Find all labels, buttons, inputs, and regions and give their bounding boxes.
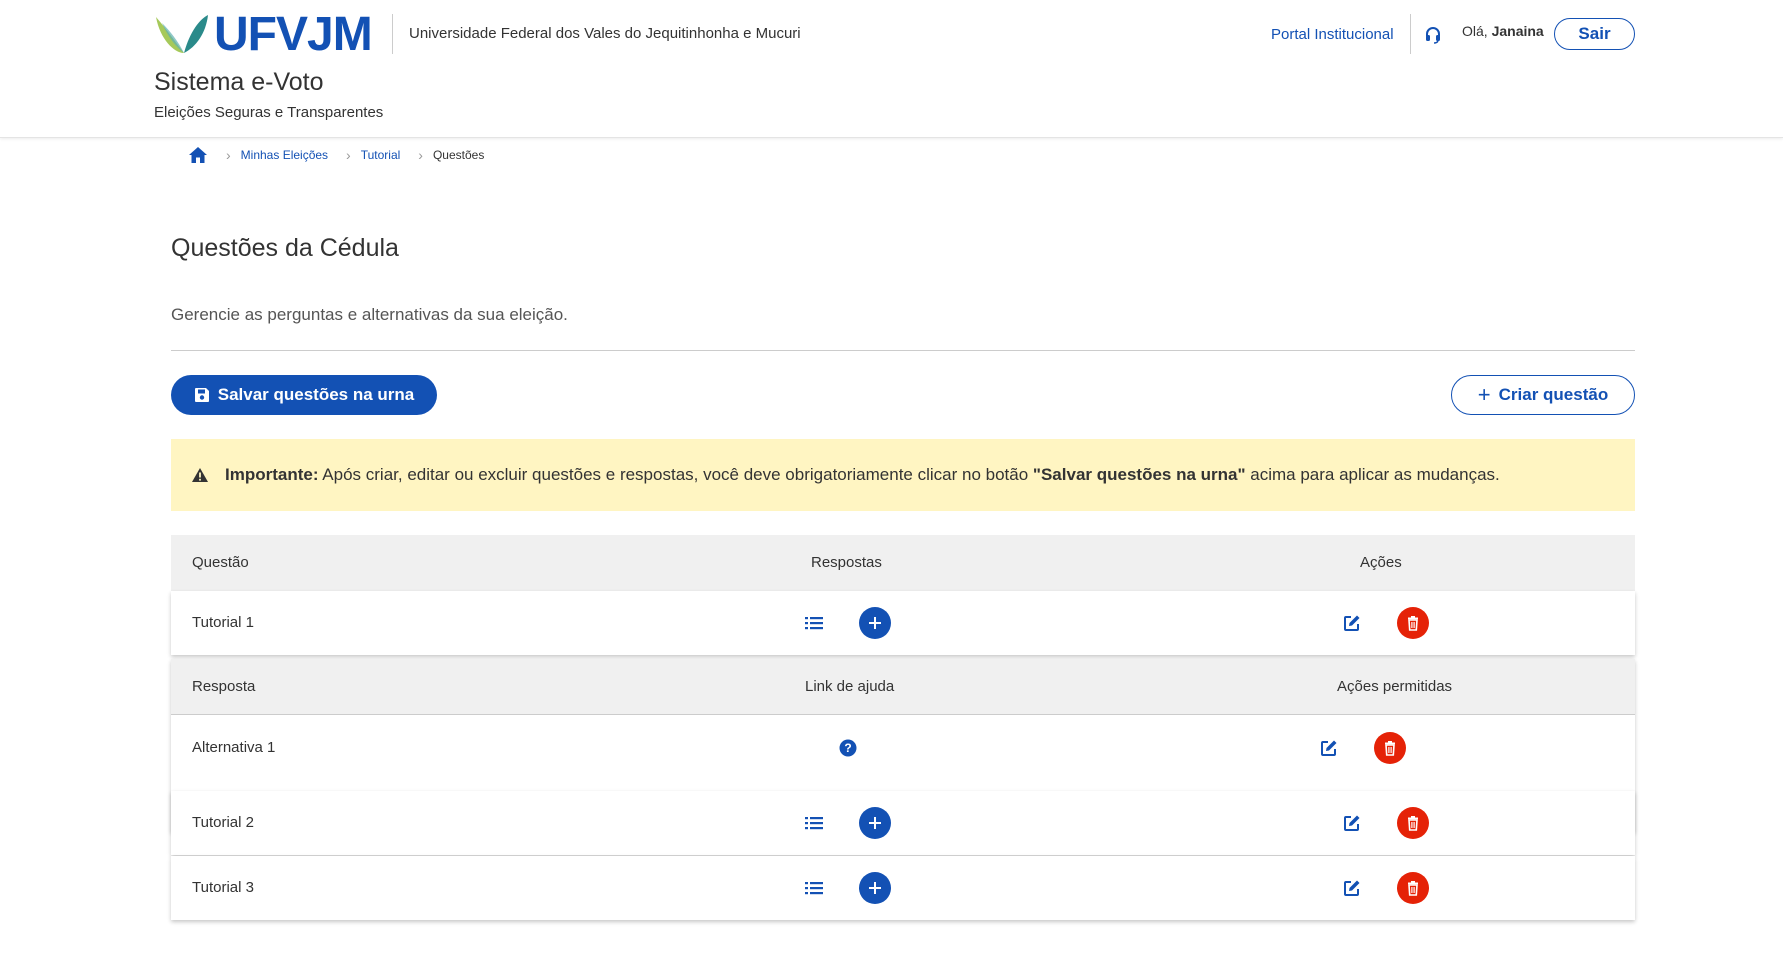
question-name: Tutorial 2 bbox=[192, 814, 254, 831]
university-name: Universidade Federal dos Vales do Jequit… bbox=[409, 25, 801, 42]
header-divider bbox=[392, 14, 393, 54]
delete-button[interactable] bbox=[1397, 607, 1429, 639]
site-header: UFVJM Universidade Federal dos Vales do … bbox=[0, 0, 1783, 138]
home-icon[interactable] bbox=[188, 146, 208, 164]
table-header-row: Questão Respostas Ações bbox=[171, 535, 1635, 591]
add-answer-button[interactable] bbox=[859, 872, 891, 904]
header-actions: Ações bbox=[1360, 554, 1402, 571]
plus-icon bbox=[869, 817, 881, 829]
portal-institucional-link[interactable]: Portal Institucional bbox=[1271, 26, 1394, 43]
delete-button[interactable] bbox=[1397, 872, 1429, 904]
answer-name: Alternativa 1 bbox=[192, 739, 276, 756]
page-description: Gerencie as perguntas e alternativas da … bbox=[171, 305, 568, 324]
chevron-right-icon: › bbox=[346, 147, 351, 163]
create-question-button[interactable]: + Criar questão bbox=[1451, 375, 1635, 415]
logout-button[interactable]: Sair bbox=[1554, 18, 1635, 50]
user-name: Janaina bbox=[1491, 23, 1544, 39]
trash-icon bbox=[1408, 881, 1418, 896]
edit-icon[interactable] bbox=[1343, 879, 1361, 897]
warning-alert: Importante: Após criar, editar ou exclui… bbox=[171, 439, 1635, 511]
alert-text-after: acima para aplicar as mudanças. bbox=[1245, 465, 1500, 484]
save-questions-button[interactable]: Salvar questões na urna bbox=[171, 375, 437, 415]
page-title: Questões da Cédula bbox=[171, 234, 399, 262]
table-row: Tutorial 1 bbox=[171, 591, 1635, 655]
delete-button[interactable] bbox=[1397, 807, 1429, 839]
headset-icon[interactable] bbox=[1424, 26, 1442, 44]
logo-text: UFVJM bbox=[214, 8, 373, 61]
header-allowed-actions: Ações permitidas bbox=[1337, 678, 1453, 695]
table-row: Tutorial 3 bbox=[171, 856, 1635, 920]
header-question: Questão bbox=[192, 554, 249, 571]
create-question-label: Criar questão bbox=[1498, 385, 1609, 404]
logo-leaf-icon bbox=[156, 15, 208, 53]
breadcrumb-tutorial[interactable]: Tutorial bbox=[361, 148, 401, 162]
header-divider-right bbox=[1410, 14, 1411, 54]
greeting-prefix: Olá, bbox=[1462, 23, 1488, 39]
alert-message: Importante: Após criar, editar ou exclui… bbox=[225, 465, 1500, 485]
header-answers: Respostas bbox=[811, 554, 882, 571]
plus-icon bbox=[869, 882, 881, 894]
trash-icon bbox=[1408, 816, 1418, 831]
warning-icon bbox=[192, 468, 208, 482]
system-subtitle: Eleições Seguras e Transparentes bbox=[154, 104, 384, 121]
system-title: Sistema e-Voto bbox=[154, 68, 324, 96]
alert-label: Importante: bbox=[225, 465, 319, 484]
save-questions-label: Salvar questões na urna bbox=[217, 385, 415, 404]
list-answers-icon[interactable] bbox=[805, 615, 823, 631]
add-answer-button[interactable] bbox=[859, 607, 891, 639]
breadcrumb-minhas-eleicoes[interactable]: Minhas Eleições bbox=[241, 148, 328, 162]
svg-text:?: ? bbox=[844, 741, 851, 755]
question-name: Tutorial 1 bbox=[192, 614, 254, 631]
user-greeting: Olá, Janaina bbox=[1462, 23, 1544, 39]
add-answer-button[interactable] bbox=[859, 807, 891, 839]
list-answers-icon[interactable] bbox=[805, 880, 823, 896]
edit-icon[interactable] bbox=[1320, 739, 1338, 757]
list-answers-icon[interactable] bbox=[805, 815, 823, 831]
help-icon[interactable]: ? bbox=[839, 739, 857, 757]
chevron-right-icon: › bbox=[226, 147, 231, 163]
trash-icon bbox=[1408, 616, 1418, 631]
chevron-right-icon: › bbox=[418, 147, 423, 163]
edit-icon[interactable] bbox=[1343, 614, 1361, 632]
edit-icon[interactable] bbox=[1343, 814, 1361, 832]
answer-row: Alternativa 1 ? bbox=[171, 716, 1635, 780]
ufvjm-logo[interactable]: UFVJM bbox=[154, 8, 373, 61]
breadcrumb: › Minhas Eleições › Tutorial › Questões bbox=[188, 144, 484, 166]
content-divider bbox=[171, 350, 1635, 351]
breadcrumb-current: Questões bbox=[432, 148, 485, 162]
alert-text-before: Após criar, editar ou excluir questões e… bbox=[318, 465, 1033, 484]
plus-icon bbox=[869, 617, 881, 629]
header-answer: Resposta bbox=[192, 678, 256, 695]
header-help-link: Link de ajuda bbox=[805, 678, 895, 695]
alert-button-ref: "Salvar questões na urna" bbox=[1032, 465, 1246, 484]
trash-icon bbox=[1385, 741, 1395, 756]
delete-button[interactable] bbox=[1374, 732, 1406, 764]
question-name: Tutorial 3 bbox=[192, 879, 254, 896]
save-icon bbox=[194, 388, 209, 402]
table-row: Tutorial 2 bbox=[171, 791, 1635, 855]
plus-icon: + bbox=[1477, 382, 1491, 407]
subtable-header-row: Resposta Link de ajuda Ações permitidas bbox=[171, 659, 1635, 715]
